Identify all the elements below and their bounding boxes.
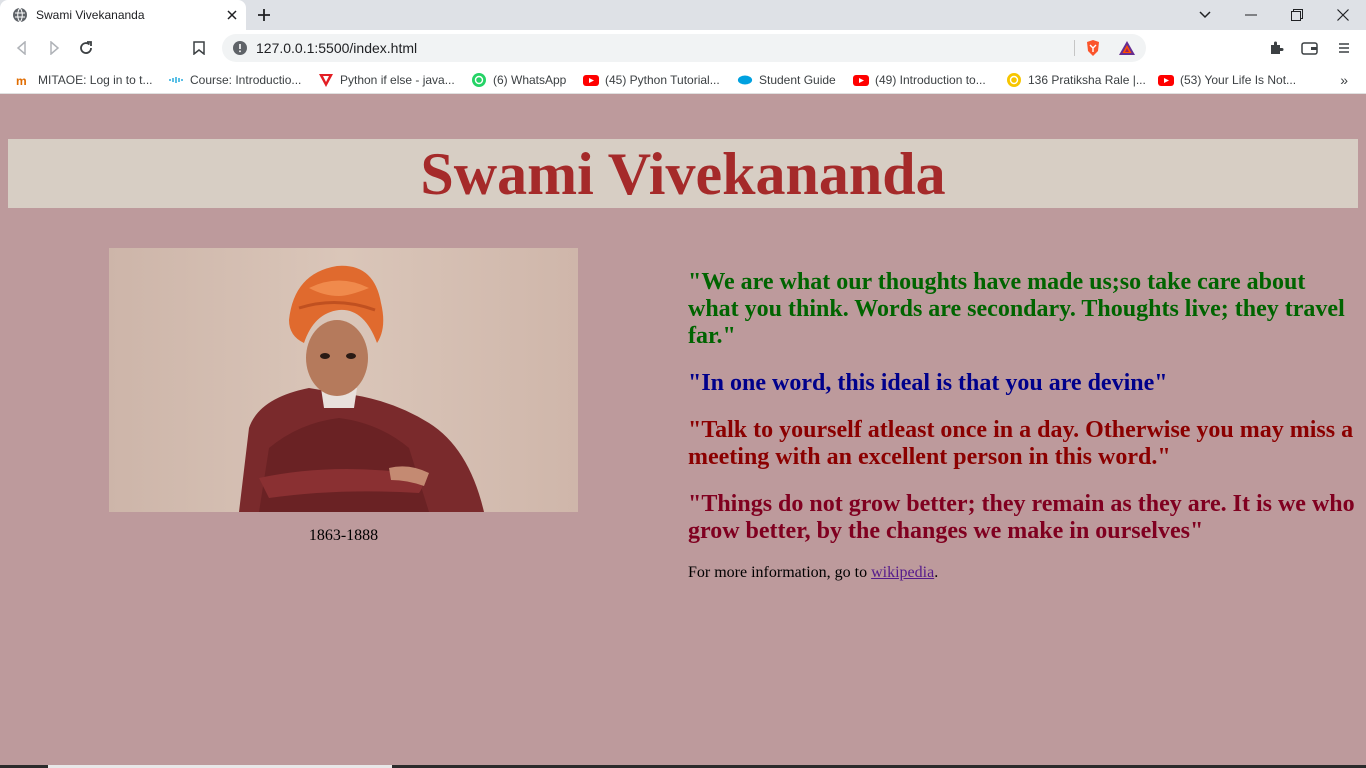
bookmark-item[interactable]: m MITAOE: Log in to t... [16,72,153,88]
bookmark-label: (6) WhatsApp [493,73,567,87]
wallet-icon[interactable] [1300,38,1320,58]
info-icon[interactable] [232,40,248,56]
wikipedia-link[interactable]: wikipedia [871,564,934,581]
back-button[interactable] [10,36,34,60]
forward-button[interactable] [42,36,66,60]
page-title: Swami Vivekananda [420,140,946,207]
more-info-suffix: . [934,564,939,581]
coin-icon [1006,72,1022,88]
bookmark-label: Student Guide [759,73,836,87]
bookmark-item[interactable]: (6) WhatsApp [471,72,566,88]
extensions-icon[interactable] [1266,38,1286,58]
youtube-icon [583,72,599,88]
address-bar[interactable]: 127.0.0.1:5500/index.html [222,34,1146,62]
portrait-caption: 1863-1888 [308,527,379,544]
vpn-icon [318,72,334,88]
brave-rewards-icon[interactable] [1118,39,1136,57]
quotes-list: "We are what our thoughts have made us;s… [688,269,1360,565]
url-text[interactable]: 127.0.0.1:5500/index.html [256,40,417,56]
page-content: Swami Vivekananda 1863-1888 "We are what… [0,95,1366,768]
salesforce-icon [737,72,753,88]
more-info-text: For more information, go to wikipedia. [688,564,938,582]
youtube-icon [853,72,869,88]
cisco-icon [168,72,184,88]
brave-shields-icon[interactable] [1084,39,1102,57]
close-tab-icon[interactable] [222,5,242,25]
tab-active[interactable]: Swami Vivekananda [0,0,246,30]
browser-toolbar: 127.0.0.1:5500/index.html [0,30,1366,66]
more-info-prefix: For more information, go to [688,564,872,581]
bookmark-label: (49) Introduction to... [875,73,986,87]
bookmark-label: (45) Python Tutorial... [605,73,720,87]
svg-text:m: m [16,74,27,88]
whatsapp-icon [471,72,487,88]
globe-icon [12,7,28,23]
new-tab-button[interactable] [252,3,276,27]
youtube-icon [1158,72,1174,88]
bookmark-label: MITAOE: Log in to t... [38,73,153,87]
quote-3: "Talk to yourself atleast once in a day.… [688,417,1354,470]
bookmark-item[interactable]: Student Guide [737,72,836,88]
bookmark-label: Course: Introductio... [190,73,302,87]
quote-2: "In one word, this ideal is that you are… [688,370,1168,396]
close-window-button[interactable] [1320,0,1366,30]
quote-4: "Things do not grow better; they remain … [688,491,1355,544]
mitaoe-icon: m [16,72,32,88]
tab-strip: Swami Vivekananda [0,0,1366,30]
tab-title: Swami Vivekananda [36,8,145,22]
bookmark-item[interactable]: 136 Pratiksha Rale |... [1006,72,1146,88]
bookmark-icon[interactable] [187,36,211,60]
tab-search-chevron-icon[interactable] [1182,0,1228,30]
more-bookmarks-icon[interactable]: » [1340,72,1348,88]
bookmark-item[interactable]: (49) Introduction to... [853,72,986,88]
bookmarks-bar: m MITAOE: Log in to t... Course: Introdu… [0,66,1366,94]
menu-icon[interactable] [1334,38,1354,58]
minimize-button[interactable] [1228,0,1274,30]
bookmark-item[interactable]: Course: Introductio... [168,72,301,88]
reload-button[interactable] [74,36,98,60]
portrait-image [109,248,578,512]
bookmark-item[interactable]: (53) Your Life Is Not... [1158,72,1296,88]
separator [1074,40,1075,56]
bookmark-item[interactable]: (45) Python Tutorial... [583,72,720,88]
bookmark-item[interactable]: Python if else - java... [318,72,455,88]
bookmark-label: Python if else - java... [340,73,455,87]
heading-banner: Swami Vivekananda [8,139,1358,208]
bookmark-label: (53) Your Life Is Not... [1180,73,1297,87]
restore-button[interactable] [1274,0,1320,30]
bookmark-label: 136 Pratiksha Rale |... [1028,73,1146,87]
quote-1: "We are what our thoughts have made us;s… [688,269,1345,349]
